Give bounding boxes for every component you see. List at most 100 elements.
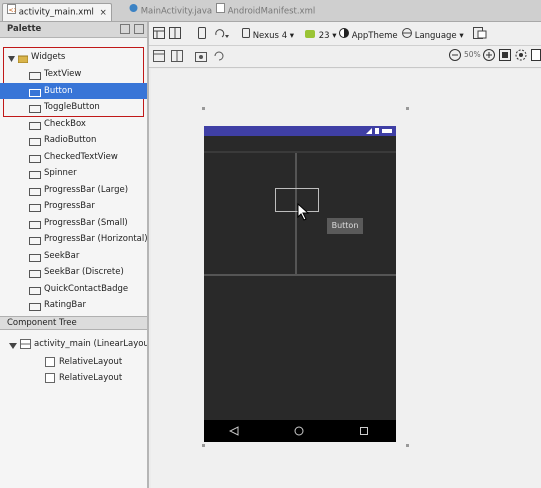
zoom-in-icon[interactable] [483, 49, 495, 61]
palette-item[interactable]: QuickContactBadge [0, 281, 147, 297]
palette-item[interactable]: ProgressBar (Large) [0, 182, 147, 198]
progress-bar-icon [29, 186, 41, 196]
palette-title: Palette [7, 24, 42, 34]
checkbox-icon [29, 120, 41, 130]
recents-icon[interactable] [359, 426, 369, 439]
palette-item[interactable]: Spinner [0, 165, 147, 181]
grid-icon[interactable] [171, 50, 183, 62]
navigation-bar [204, 420, 396, 442]
palette-item[interactable]: ToggleButton [0, 99, 147, 115]
palette-item[interactable]: SeekBar (Discrete) [0, 264, 147, 280]
palette-item-label: RatingBar [44, 300, 86, 310]
linear-layout-icon [20, 339, 31, 349]
component-tree-header: Component Tree [0, 316, 147, 330]
settings-icon[interactable] [120, 24, 130, 34]
screenshot-icon[interactable] [195, 50, 207, 62]
api-selector[interactable]: 23 ▾ [304, 28, 337, 41]
zoom-level: 50% [464, 50, 481, 59]
palette-item-label: RadioButton [44, 135, 97, 145]
layout-guide-horizontal [204, 274, 396, 276]
canvas-marker [202, 107, 205, 110]
radio-button-icon [29, 136, 41, 146]
layout-variants-icon[interactable] [473, 27, 487, 39]
device-preview[interactable]: Button [204, 126, 396, 442]
globe-icon [402, 28, 412, 41]
home-icon[interactable] [294, 426, 304, 439]
tab-label: activity_main.xml [18, 7, 94, 18]
palette-item[interactable]: Button [0, 83, 147, 99]
palette-item[interactable]: RadioButton [0, 132, 147, 148]
drag-tooltip: Button [327, 218, 363, 234]
palette-item[interactable]: ProgressBar [0, 198, 147, 214]
palette-item-label: CheckedTextView [44, 152, 118, 162]
language-selector[interactable]: Language ▾ [402, 28, 464, 41]
canvas-marker [406, 444, 409, 447]
component-tree-title: Component Tree [7, 318, 77, 328]
palette-item[interactable]: SeekBar [0, 248, 147, 264]
hide-panel-icon[interactable] [134, 24, 144, 34]
device-selector[interactable]: Nexus 4 ▾ [242, 28, 295, 41]
tree-item-label: RelativeLayout [59, 357, 123, 367]
palette-item[interactable]: CheckBox [0, 116, 147, 132]
palette-item[interactable]: CheckedTextView [0, 149, 147, 165]
palette-item-label: ToggleButton [44, 102, 100, 112]
zoom-out-icon[interactable] [449, 49, 461, 61]
palette-panel: Palette Widgets TextView Button ToggleButt… [0, 22, 149, 488]
palette-item[interactable]: ProgressBar (Small) [0, 215, 147, 231]
palette-item[interactable]: TextView [0, 66, 147, 82]
manifest-file-icon [216, 3, 225, 19]
canvas-marker [406, 107, 409, 110]
language-label: Language [414, 31, 457, 41]
tab-android-manifest[interactable]: AndroidManifest.xml [212, 3, 319, 21]
warning-icon[interactable] [531, 49, 541, 61]
settings-icon[interactable] [515, 49, 527, 61]
theme-selector[interactable]: AppTheme [339, 28, 398, 41]
rotate-icon[interactable] [214, 27, 230, 39]
palette-item-label: CheckBox [44, 119, 86, 129]
toggle-button-icon [29, 103, 41, 113]
blueprint-view-icon[interactable] [169, 27, 181, 39]
chevron-down-icon: ▾ [456, 31, 464, 41]
relative-layout-icon [45, 373, 55, 383]
seekbar-icon [29, 252, 41, 262]
back-icon[interactable] [228, 426, 239, 439]
zoom-fit-icon[interactable] [499, 49, 511, 61]
palette-group-label: Widgets [31, 52, 66, 62]
palette-group-widgets[interactable]: Widgets [0, 49, 147, 65]
collapse-arrow-icon[interactable] [7, 53, 16, 62]
tree-item-child[interactable]: RelativeLayout [0, 354, 147, 370]
seekbar-icon [29, 268, 41, 278]
layout-toolbar: Nexus 4 ▾ 23 ▾ AppTheme Language ▾ [149, 22, 541, 46]
quick-contact-badge-icon [29, 285, 41, 295]
tree-item-child[interactable]: RelativeLayout [0, 370, 147, 386]
palette-item-label: SeekBar [44, 251, 80, 261]
palette-item[interactable]: ProgressBar (Horizontal) [0, 231, 147, 247]
tab-activity-main[interactable]: <> activity_main.xml × [2, 3, 112, 21]
chevron-down-icon: ▾ [287, 31, 295, 41]
svg-text:<>: <> [9, 7, 17, 14]
text-view-icon [29, 70, 41, 80]
tree-item-root[interactable]: activity_main (LinearLayout) [0, 336, 147, 352]
progress-bar-icon [29, 219, 41, 229]
layout-icon[interactable] [153, 50, 165, 62]
cursor-icon [297, 202, 311, 224]
spinner-icon [29, 169, 41, 179]
palette-item-label: ProgressBar [44, 201, 95, 211]
tree-item-label: activity_main (LinearLayout) [34, 339, 147, 349]
checked-text-view-icon [29, 153, 41, 163]
orientation-icon[interactable] [197, 27, 207, 39]
java-file-icon [129, 3, 138, 19]
tab-main-activity[interactable]: MainActivity.java [125, 3, 216, 21]
refresh-icon[interactable] [213, 50, 225, 62]
xml-file-icon: <> [7, 4, 19, 20]
palette-item-label: ProgressBar (Large) [44, 185, 129, 195]
status-bar [204, 126, 396, 136]
palette-item-label: Button [44, 86, 73, 96]
close-icon[interactable]: × [100, 8, 107, 18]
palette-item[interactable]: RatingBar [0, 297, 147, 313]
relative-layout-icon [45, 357, 55, 367]
design-view-icon[interactable] [153, 27, 165, 39]
folder-icon [17, 53, 29, 64]
collapse-arrow-icon[interactable] [9, 340, 17, 349]
progress-bar-icon [29, 235, 41, 245]
